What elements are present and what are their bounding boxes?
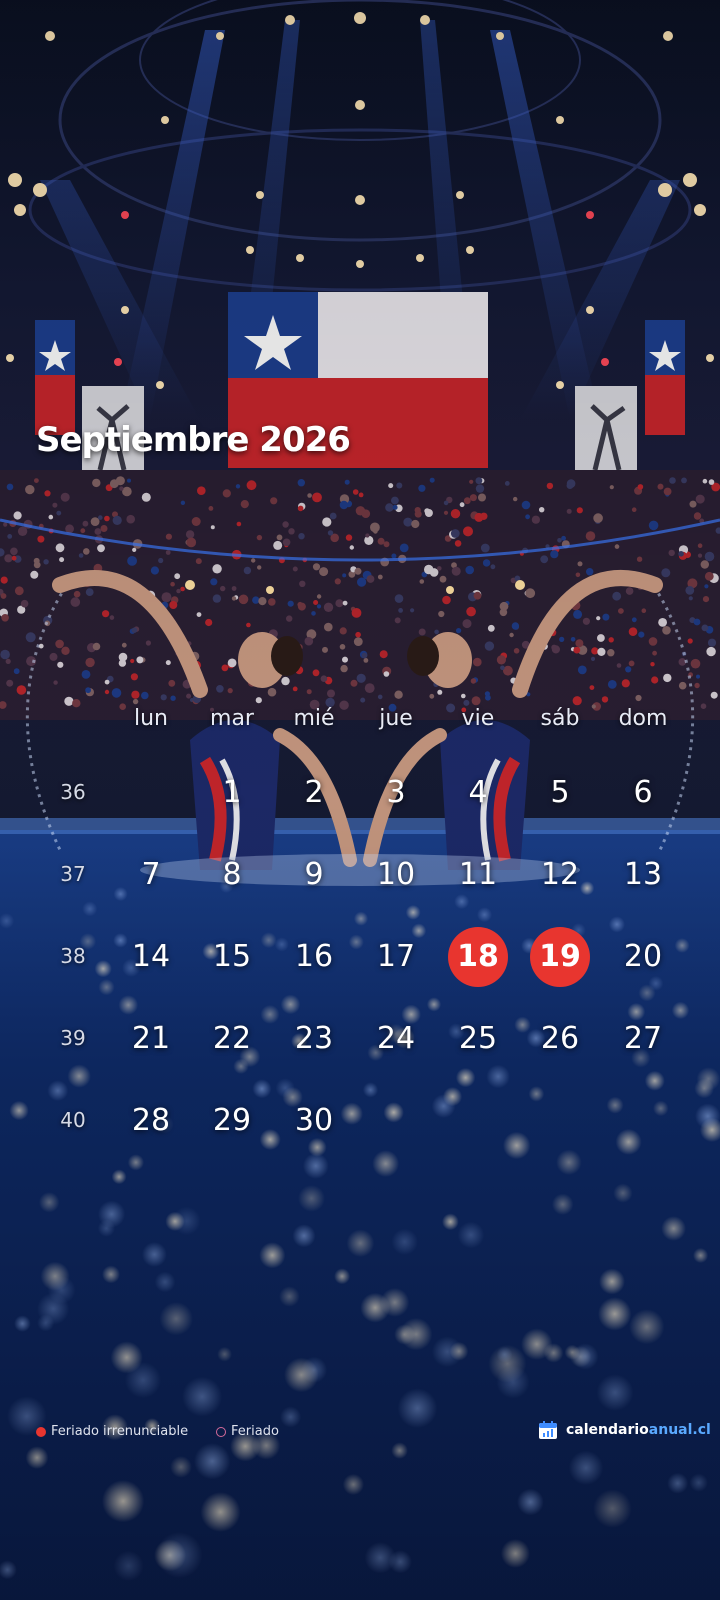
day-cell[interactable]: 5 [530, 763, 590, 823]
day-cell[interactable]: 4 [448, 763, 508, 823]
day-cell[interactable]: 23 [284, 1009, 344, 1069]
weekday-label: sáb [540, 706, 580, 731]
day-cell[interactable]: 10 [366, 845, 426, 905]
legend-feriado: Feriado [216, 1424, 279, 1439]
brand-logo[interactable]: calendario anual.cl [538, 1420, 711, 1440]
weekday-label: mar [210, 706, 254, 731]
weekday-label: lun [134, 706, 168, 731]
day-cell[interactable]: 6 [613, 763, 673, 823]
day-cell[interactable]: 15 [202, 927, 262, 987]
legend-irrenunciable-label: Feriado irrenunciable [51, 1424, 189, 1439]
week-number: 36 [60, 780, 86, 804]
day-cell[interactable]: 1 [202, 763, 262, 823]
day-cell[interactable]: 25 [448, 1009, 508, 1069]
day-cell[interactable]: 30 [284, 1091, 344, 1151]
calendar-chart-icon [539, 1421, 557, 1439]
week-number: 38 [60, 944, 86, 968]
legend-irrenunciable: Feriado irrenunciable [36, 1424, 188, 1439]
day-cell[interactable]: 3 [366, 763, 426, 823]
month-title: Septiembre 2026 [36, 420, 351, 460]
brand-name-part1: calendario [566, 1422, 649, 1438]
day-cell[interactable]: 27 [613, 1009, 673, 1069]
day-cell[interactable]: 2 [284, 763, 344, 823]
day-cell[interactable]: 26 [530, 1009, 590, 1069]
day-cell[interactable]: 8 [202, 845, 262, 905]
day-cell[interactable]: 17 [366, 927, 426, 987]
weekday-label: vie [461, 706, 495, 731]
arena-background [0, 0, 720, 1600]
ring-dot-icon [216, 1426, 226, 1437]
legend-feriado-label: Feriado [231, 1424, 279, 1439]
day-cell[interactable]: 13 [613, 845, 673, 905]
brand-name-part2: anual.cl [648, 1422, 711, 1438]
day-cell[interactable]: 7 [121, 845, 181, 905]
day-cell[interactable]: 29 [202, 1091, 262, 1151]
day-cell[interactable]: 11 [448, 845, 508, 905]
day-cell[interactable]: 22 [202, 1009, 262, 1069]
day-cell[interactable]: 12 [530, 845, 590, 905]
week-number: 37 [60, 862, 86, 886]
day-cell[interactable]: 9 [284, 845, 344, 905]
holiday-day-cell[interactable]: 18 [448, 927, 508, 987]
day-cell[interactable]: 14 [121, 927, 181, 987]
day-cell[interactable]: 28 [121, 1091, 181, 1151]
week-number: 40 [60, 1108, 86, 1132]
weekday-label: mié [293, 706, 335, 731]
day-cell[interactable]: 24 [366, 1009, 426, 1069]
weekday-label: jue [379, 706, 413, 731]
day-cell[interactable]: 20 [613, 927, 673, 987]
day-cell[interactable]: 16 [284, 927, 344, 987]
day-cell[interactable]: 21 [121, 1009, 181, 1069]
week-number: 39 [60, 1026, 86, 1050]
wallpaper-screen: Septiembre 2026 lun mar mié jue vie sáb dom 36 1… [0, 0, 720, 1600]
holiday-day-cell[interactable]: 19 [530, 927, 590, 987]
weekday-label: dom [618, 706, 668, 731]
red-dot-icon [36, 1426, 46, 1437]
